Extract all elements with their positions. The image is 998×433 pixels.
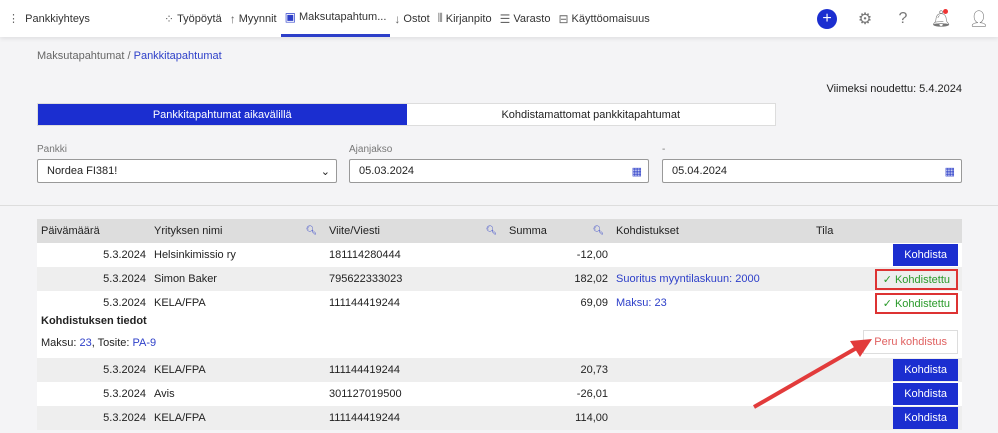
annotation-arrow	[753, 339, 872, 409]
